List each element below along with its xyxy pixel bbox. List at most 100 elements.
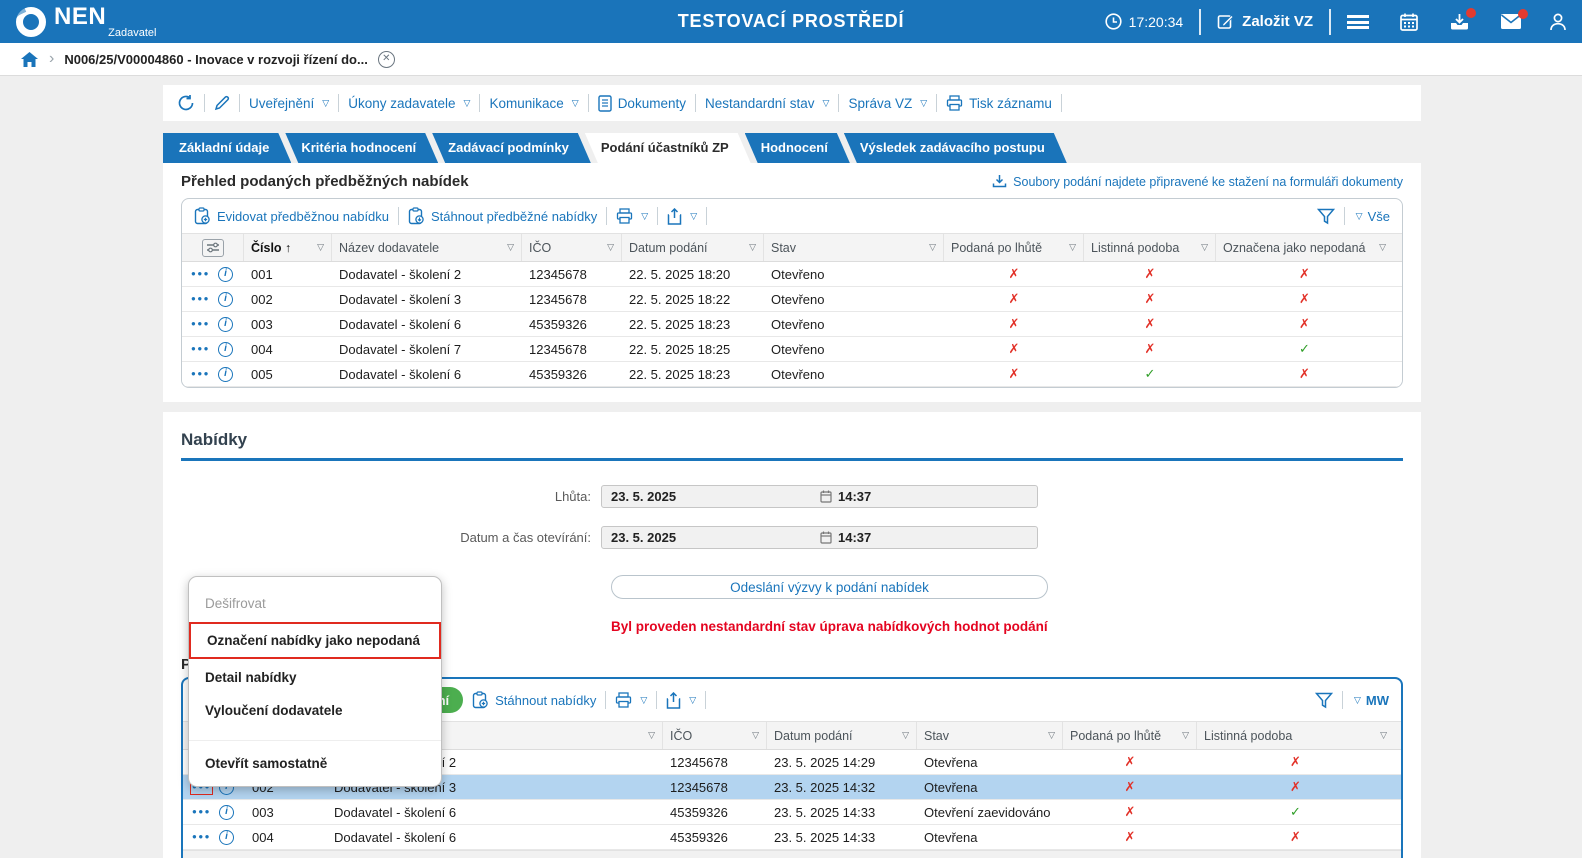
menu-dokumenty[interactable]: Dokumenty — [598, 95, 686, 112]
app-logo[interactable]: NEN Zadavatel — [10, 4, 156, 39]
filter-preset-vse[interactable]: ▽Vše — [1354, 209, 1390, 224]
home-icon[interactable] — [20, 51, 39, 68]
user-icon[interactable] — [1548, 12, 1568, 32]
column-header[interactable]: Datum podání▽ — [622, 234, 764, 261]
stahnout-nabidky-button[interactable]: Stáhnout nabídky — [472, 691, 596, 709]
evidovat-nabidku-button[interactable]: Evidovat předběžnou nabídku — [194, 207, 389, 225]
print-table-button[interactable]: ▽ — [616, 208, 648, 224]
filter-caret-icon[interactable]: ▽ — [749, 242, 756, 253]
filter-caret-icon[interactable]: ▽ — [929, 242, 936, 253]
stahnout-predbezne-button[interactable]: Stáhnout předběžné nabídky — [408, 207, 597, 225]
calendar-icon[interactable] — [1399, 12, 1419, 32]
row-menu-dots-icon[interactable]: ●●● — [191, 805, 212, 819]
tab-hodnoceni[interactable]: Hodnocení — [745, 133, 850, 163]
column-header[interactable]: Stav▽ — [764, 234, 944, 261]
row-menu-dots-icon[interactable]: ●●● — [190, 367, 211, 381]
column-header[interactable]: Listinná podoba▽ — [1197, 722, 1394, 749]
column-header[interactable]: Stav▽ — [917, 722, 1063, 749]
info-icon[interactable]: i — [218, 267, 233, 282]
context-menu-item[interactable]: Otevřít samostatně — [189, 747, 441, 780]
table-row[interactable]: ●●●i005Dodavatel - školení 64535932622. … — [182, 362, 1402, 387]
heading-rule — [181, 458, 1403, 461]
column-header[interactable]: Podaná po lhůtě▽ — [944, 234, 1084, 261]
filter-caret-icon[interactable]: ▽ — [1380, 730, 1387, 741]
filter-icon[interactable] — [1317, 208, 1335, 225]
messages-icon[interactable] — [1500, 13, 1522, 30]
filter-caret-icon[interactable]: ▽ — [1201, 242, 1208, 253]
row-menu-dots-icon[interactable]: ●●● — [190, 342, 211, 356]
filter-caret-icon[interactable]: ▽ — [752, 730, 759, 741]
info-icon[interactable]: i — [218, 292, 233, 307]
info-icon[interactable]: i — [218, 317, 233, 332]
table-row[interactable]: ●●●i002Dodavatel - školení 31234567822. … — [182, 287, 1402, 312]
filter-icon[interactable] — [1315, 692, 1333, 709]
tab-zakladni-udaje[interactable]: Základní údaje — [163, 133, 291, 163]
table-row[interactable]: ●●●i003Dodavatel - školení 64535932623. … — [183, 800, 1401, 825]
lhuta-field[interactable]: 23. 5. 2025 14:37 — [601, 485, 1038, 508]
menu-sprava-vz[interactable]: Správa VZ▽ — [848, 96, 927, 111]
column-header[interactable]: Název dodavatele▽ — [332, 234, 522, 261]
context-menu-item[interactable]: Označení nabídky jako nepodaná — [189, 622, 441, 659]
table-row[interactable]: ●●●i004Dodavatel - školení 71234567822. … — [182, 337, 1402, 362]
export-table-button[interactable]: ▽ — [667, 208, 697, 225]
column-header[interactable]: Datum podání▽ — [767, 722, 917, 749]
create-vz-button[interactable]: Založit VZ — [1217, 13, 1313, 31]
column-header[interactable]: Číslo ↑▽ — [244, 234, 332, 261]
row-menu-dots-icon[interactable]: ●●● — [190, 317, 211, 331]
export-table-button[interactable]: ▽ — [666, 692, 696, 709]
breadcrumb-item[interactable]: N006/25/V00004860 - Inovace v rozvoji ří… — [64, 52, 367, 67]
row-menu-dots-icon[interactable]: ●●● — [191, 830, 212, 844]
filter-caret-icon[interactable]: ▽ — [1069, 242, 1076, 253]
filter-caret-icon[interactable]: ▽ — [1182, 730, 1189, 741]
filter-caret-icon[interactable]: ▽ — [507, 242, 514, 253]
divider — [657, 207, 658, 225]
context-menu-item[interactable]: Detail nabídky — [189, 661, 441, 694]
tab-vysledek[interactable]: Výsledek zadávacího postupu — [844, 133, 1067, 163]
files-download-link[interactable]: Soubory podání najdete připravené ke sta… — [992, 174, 1403, 189]
downloads-icon[interactable] — [1449, 12, 1470, 32]
marked-not-submitted-flag: ✗ — [1216, 366, 1393, 382]
column-header[interactable]: IČO▽ — [522, 234, 622, 261]
tab-zadavaci-podminky[interactable]: Zadávací podmínky — [432, 133, 591, 163]
menu-uverejneni[interactable]: Uveřejnění▽ — [249, 96, 329, 111]
filter-caret-icon[interactable]: ▽ — [902, 730, 909, 741]
menu-ukony-zadavatele[interactable]: Úkony zadavatele▽ — [348, 96, 470, 111]
filter-caret-icon[interactable]: ▽ — [648, 730, 655, 741]
filter-caret-icon[interactable]: ▽ — [1048, 730, 1055, 741]
close-tab-icon[interactable]: ✕ — [378, 51, 395, 68]
column-header[interactable]: Označena jako nepodaná▽ — [1216, 234, 1393, 261]
column-settings-icon[interactable] — [202, 239, 224, 257]
column-header[interactable]: IČO▽ — [663, 722, 767, 749]
info-icon[interactable]: i — [219, 805, 234, 820]
edit-record-button[interactable] — [214, 95, 230, 111]
column-header[interactable]: Listinná podoba▽ — [1084, 234, 1216, 261]
row-menu-dots-icon[interactable]: ●●● — [190, 267, 211, 281]
status-value: Otevřeno — [764, 367, 944, 382]
filter-preset-mw[interactable]: ▽MW — [1352, 693, 1389, 708]
otevirani-field[interactable]: 23. 5. 2025 14:37 — [601, 526, 1038, 549]
menu-icon[interactable] — [1347, 15, 1369, 29]
menu-nestandardni-stav[interactable]: Nestandardní stav▽ — [705, 96, 829, 111]
table-row[interactable]: ●●●i001Dodavatel - školení 21234567822. … — [182, 262, 1402, 287]
paper-form-flag: ✗ — [1197, 754, 1394, 770]
info-icon[interactable]: i — [219, 830, 234, 845]
filter-caret-icon[interactable]: ▽ — [607, 242, 614, 253]
table-row[interactable]: ●●●i004Dodavatel - školení 64535932623. … — [183, 825, 1401, 850]
history-button[interactable] — [177, 94, 195, 112]
info-icon[interactable]: i — [218, 367, 233, 382]
row-actions: ●●● i — [182, 367, 244, 382]
tab-podani-ucastniku-zp[interactable]: Podání účastníků ZP — [585, 133, 751, 163]
column-header[interactable]: Podaná po lhůtě▽ — [1063, 722, 1197, 749]
context-menu-item[interactable]: Vyloučení dodavatele — [189, 694, 441, 727]
menu-komunikace[interactable]: Komunikace▽ — [489, 96, 578, 111]
filter-caret-icon[interactable]: ▽ — [1379, 242, 1386, 253]
chevron-down-icon: ▽ — [464, 98, 471, 109]
row-menu-dots-icon[interactable]: ●●● — [190, 292, 211, 306]
print-record-button[interactable]: Tisk záznamu — [946, 95, 1052, 111]
info-icon[interactable]: i — [218, 342, 233, 357]
filter-caret-icon[interactable]: ▽ — [317, 242, 324, 253]
send-vyzva-button[interactable]: Odeslání výzvy k podání nabídek — [611, 575, 1048, 599]
table-row[interactable]: ●●●i003Dodavatel - školení 64535932622. … — [182, 312, 1402, 337]
print-table-button[interactable]: ▽ — [615, 692, 647, 708]
tab-kriteria-hodnoceni[interactable]: Kritéria hodnocení — [285, 133, 438, 163]
